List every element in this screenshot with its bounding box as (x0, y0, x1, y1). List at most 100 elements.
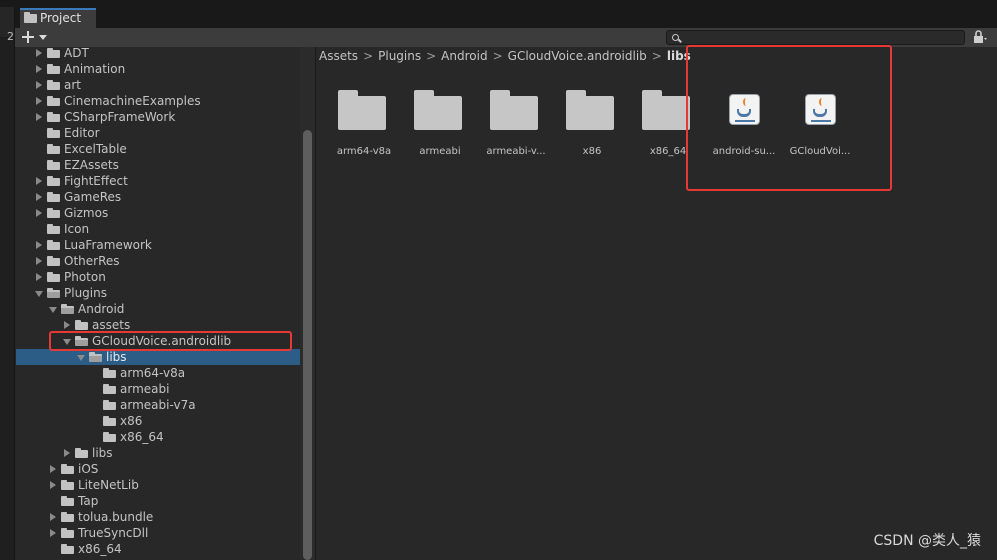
tree-row[interactable]: Gizmos (16, 205, 300, 221)
tree-row[interactable]: armeabi (16, 381, 300, 397)
tree-row[interactable]: Photon (16, 269, 300, 285)
tree-row-label: LiteNetLib (78, 478, 139, 492)
chevron-right-icon[interactable] (34, 189, 44, 205)
tree-row[interactable]: LuaFramework (16, 237, 300, 253)
chevron-right-icon[interactable] (48, 525, 58, 541)
chevron-down-icon[interactable] (34, 285, 44, 301)
tree-row-label: LuaFramework (64, 238, 152, 252)
folder-tree[interactable]: ADT Animation art CinemachineExamples CSharp… (16, 47, 300, 560)
asset-item[interactable]: x86_64 (620, 90, 696, 162)
chevron-right-icon[interactable] (34, 61, 44, 77)
tree-row[interactable]: art (16, 77, 300, 93)
tree-row[interactable]: ExcelTable (16, 141, 300, 157)
chevron-right-icon[interactable] (34, 77, 44, 93)
folder-icon (47, 208, 60, 218)
tree-row[interactable]: Animation (16, 61, 300, 77)
chevron-down-icon (39, 35, 47, 40)
tree-row-label: CSharpFrameWork (64, 110, 176, 124)
folder-icon (642, 90, 690, 130)
left-collapsed-panel: 2 (0, 7, 15, 560)
tree-row[interactable]: LiteNetLib (16, 477, 300, 493)
folder-icon (47, 176, 60, 186)
folder-icon (103, 400, 116, 410)
chevron-right-icon[interactable] (34, 173, 44, 189)
tree-row[interactable]: OtherRes (16, 253, 300, 269)
tree-row-label: armeabi (120, 382, 170, 396)
tree-row-label: libs (92, 446, 113, 460)
breadcrumb-item[interactable]: Plugins (378, 49, 421, 63)
tree-row-label: GameRes (64, 190, 122, 204)
tree-row-label: Editor (64, 126, 100, 140)
chevron-down-icon[interactable] (76, 349, 86, 365)
tree-row-label: FightEffect (64, 174, 128, 188)
folder-icon (338, 90, 386, 130)
tree-row[interactable]: x86_64 (16, 541, 300, 557)
folder-icon (61, 464, 74, 474)
breadcrumb-item[interactable]: GCloudVoice.androidlib (508, 49, 647, 63)
tree-row[interactable]: armeabi-v7a (16, 397, 300, 413)
folder-icon (61, 512, 74, 522)
tree-row[interactable]: FightEffect (16, 173, 300, 189)
asset-grid[interactable]: arm64-v8a armeabi armeabi-v... x86 x86_64 and… (316, 68, 997, 560)
chevron-down-icon[interactable] (48, 301, 58, 317)
tree-row[interactable]: EZAssets (16, 157, 300, 173)
search-input[interactable] (683, 31, 953, 44)
breadcrumb-item[interactable]: Android (441, 49, 487, 63)
tree-row[interactable]: Editor (16, 125, 300, 141)
chevron-right-icon[interactable] (48, 477, 58, 493)
breadcrumb-separator: > (492, 49, 503, 63)
tree-row[interactable]: Android (16, 301, 300, 317)
tree-row[interactable]: Icon (16, 221, 300, 237)
tree-row[interactable]: CinemachineExamples (16, 93, 300, 109)
tree-row-label: libs (106, 350, 127, 364)
watermark: CSDN @类人_猿 (873, 533, 981, 549)
chevron-right-icon[interactable] (34, 205, 44, 221)
chevron-right-icon[interactable] (48, 461, 58, 477)
tree-row[interactable]: arm64-v8a (16, 365, 300, 381)
search-field[interactable] (666, 30, 965, 45)
tree-row[interactable]: iOS (16, 461, 300, 477)
tab-project[interactable]: Project (20, 8, 96, 29)
tree-row[interactable]: GameRes (16, 189, 300, 205)
asset-item[interactable]: armeabi (392, 90, 468, 162)
breadcrumb-item[interactable]: Assets (319, 49, 358, 63)
asset-item[interactable]: x86 (544, 90, 620, 162)
folder-icon (47, 240, 60, 250)
tree-row[interactable]: Plugins (16, 285, 300, 301)
tree-row-label: CinemachineExamples (64, 94, 201, 108)
chevron-right-icon[interactable] (48, 509, 58, 525)
chevron-right-icon[interactable] (62, 445, 72, 461)
tree-row[interactable]: TrueSyncDll (16, 525, 300, 541)
tree-row[interactable]: libs (16, 445, 300, 461)
folder-icon (566, 90, 614, 130)
chevron-right-icon[interactable] (34, 109, 44, 125)
tree-row[interactable]: x86 (16, 413, 300, 429)
add-asset-button[interactable] (20, 29, 50, 46)
tree-row-label: art (64, 78, 81, 92)
chevron-right-icon[interactable] (34, 269, 44, 285)
tree-row[interactable]: x86_64 (16, 429, 300, 445)
tree-row[interactable]: libs (16, 349, 300, 365)
tree-row-label: Plugins (64, 286, 107, 300)
tree-row[interactable]: CSharpFrameWork (16, 109, 300, 125)
breadcrumb-separator: > (651, 49, 662, 63)
chevron-right-icon[interactable] (34, 237, 44, 253)
folder-icon (414, 90, 462, 130)
tree-row[interactable]: Tap (16, 493, 300, 509)
tree-row[interactable]: tolua.bundle (16, 509, 300, 525)
asset-item[interactable]: armeabi-v... (468, 90, 546, 162)
lock-button[interactable] (970, 29, 990, 46)
folder-icon (47, 48, 60, 58)
chevron-right-icon[interactable] (34, 253, 44, 269)
asset-item[interactable]: arm64-v8a (316, 90, 392, 162)
tree-row-label: Icon (64, 222, 90, 236)
tree-scrollbar-thumb[interactable] (303, 130, 312, 560)
plus-icon-vertical (27, 31, 29, 43)
tree-row-label: Animation (64, 62, 126, 76)
annotation-box-gcloudvoice-folder (49, 331, 292, 351)
tree-row[interactable]: ADT (16, 47, 300, 61)
tab-project-label: Project (40, 11, 82, 25)
folder-icon (103, 416, 116, 426)
chevron-right-icon[interactable] (34, 93, 44, 109)
chevron-right-icon[interactable] (34, 47, 44, 61)
